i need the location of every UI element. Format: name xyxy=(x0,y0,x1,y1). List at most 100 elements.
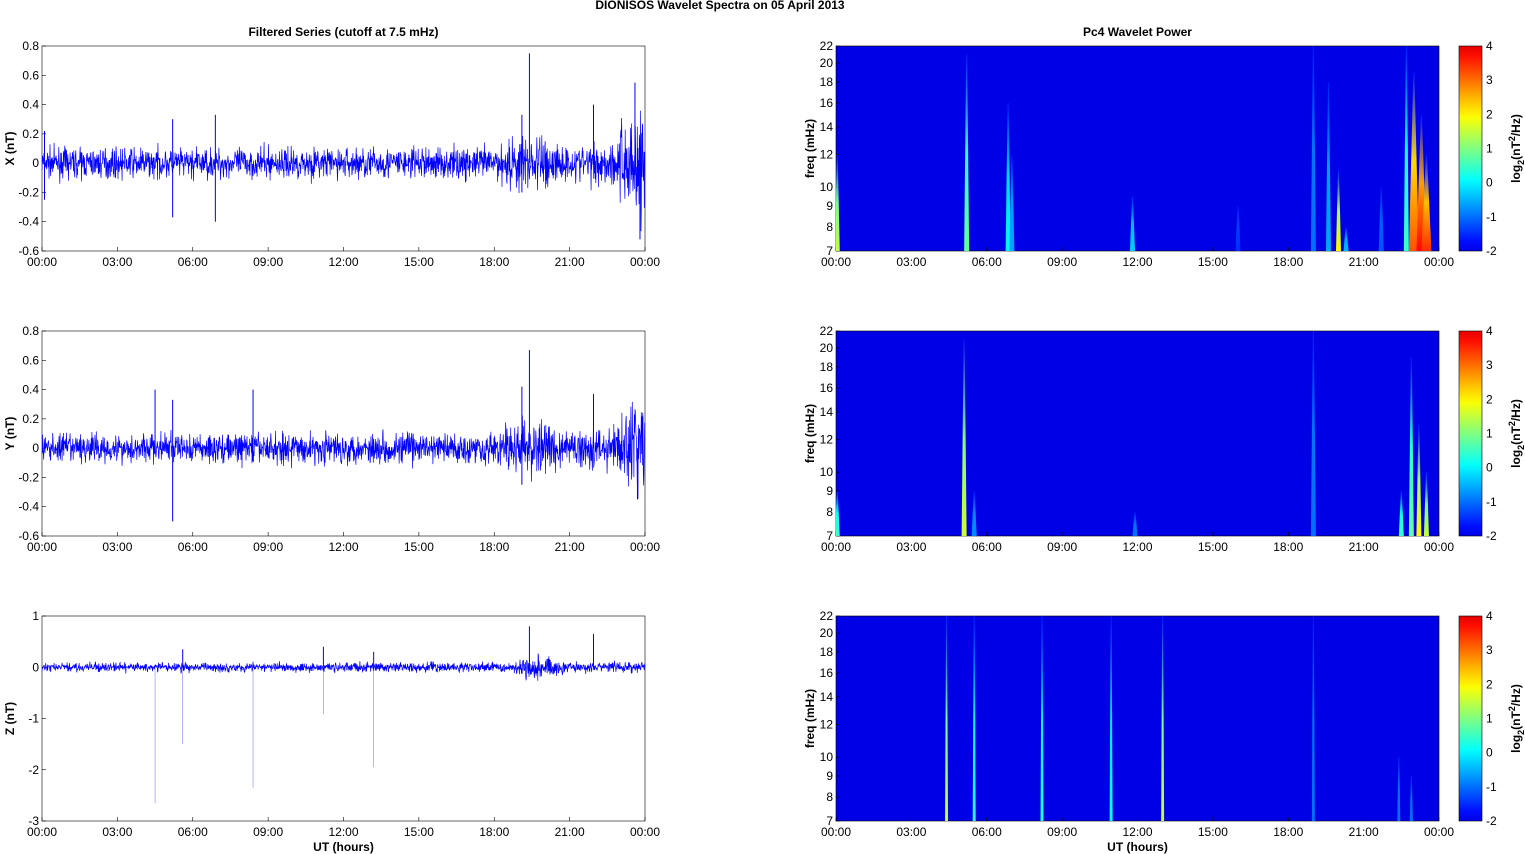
x-tick-label: 15:00 xyxy=(404,255,434,269)
y-tick-label: 1 xyxy=(32,609,39,623)
y-tick-label: 0.6 xyxy=(22,353,39,367)
x-axis-label: UT (hours) xyxy=(1107,840,1168,854)
x-tick-label: 21:00 xyxy=(1349,540,1379,554)
x-tick-label: 09:00 xyxy=(1047,255,1077,269)
y-tick-label: 20 xyxy=(820,626,834,640)
x-tick-label: 18:00 xyxy=(479,255,509,269)
colorbar-tick-label: 1 xyxy=(1486,712,1493,726)
figure: DIONISOS Wavelet Spectra on 05 April 201… xyxy=(3,0,1525,854)
x-tick-label: 06:00 xyxy=(178,540,208,554)
colorbar xyxy=(1458,45,1483,252)
x-tick-label: 09:00 xyxy=(253,255,283,269)
panel-1: 00:00 03:00 06:00 09:00 12:00 15:00 18:00 21:00… xyxy=(3,324,660,554)
x-tick-label: 03:00 xyxy=(896,540,926,554)
y-tick-label: -1 xyxy=(28,712,39,726)
colorbar-tick-label: 0 xyxy=(1486,461,1493,475)
x-tick-label: 18:00 xyxy=(1273,540,1303,554)
x-tick-label: 00:00 xyxy=(1424,825,1454,839)
y-tick-label: 10 xyxy=(820,750,834,764)
colorbar-tick-label: 1 xyxy=(1486,142,1493,156)
colorbar-tick-label: 3 xyxy=(1486,358,1493,372)
y-tick-label: -0.4 xyxy=(18,215,39,229)
y-tick-label: 0.4 xyxy=(22,98,39,112)
colorbar-tick-label: -2 xyxy=(1486,814,1497,828)
plot-area xyxy=(41,615,646,822)
x-tick-label: 00:00 xyxy=(630,825,660,839)
x-tick-label: 09:00 xyxy=(1047,540,1077,554)
x-tick-label: 12:00 xyxy=(328,825,358,839)
x-tick-label: 06:00 xyxy=(972,540,1002,554)
y-tick-label: 0 xyxy=(32,441,39,455)
colorbar-tick-label: -1 xyxy=(1486,210,1497,224)
x-tick-label: 21:00 xyxy=(1349,825,1379,839)
x-tick-label: 00:00 xyxy=(630,255,660,269)
y-tick-label: 0.2 xyxy=(22,412,39,426)
y-tick-label: 0.6 xyxy=(22,68,39,82)
plot-area xyxy=(835,615,1440,822)
plot-area xyxy=(835,45,1440,252)
y-tick-label: 12 xyxy=(820,718,834,732)
colorbar-label: log2(nT2/Hz) xyxy=(1507,114,1525,183)
y-tick-label: 9 xyxy=(826,769,833,783)
y-tick-label: 16 xyxy=(820,381,834,395)
x-tick-label: 09:00 xyxy=(253,540,283,554)
y-tick-label: 14 xyxy=(820,690,834,704)
x-tick-label: 15:00 xyxy=(404,540,434,554)
y-axis-label: Z (nT) xyxy=(3,702,17,735)
y-tick-label: 7 xyxy=(826,529,833,543)
x-tick-label: 18:00 xyxy=(1273,825,1303,839)
x-tick-label: 00:00 xyxy=(1424,255,1454,269)
x-tick-label: 21:00 xyxy=(555,540,585,554)
y-tick-label: 0.4 xyxy=(22,383,39,397)
x-tick-label: 03:00 xyxy=(102,825,132,839)
y-tick-label: -2 xyxy=(28,763,39,777)
y-tick-label: -0.6 xyxy=(18,244,39,258)
colorbar-tick-label: -1 xyxy=(1486,495,1497,509)
y-tick-label: 18 xyxy=(820,360,834,374)
x-tick-label: 12:00 xyxy=(1122,825,1152,839)
x-tick-label: 03:00 xyxy=(102,540,132,554)
colorbar xyxy=(1458,615,1483,822)
colorbar-tick-label: -1 xyxy=(1486,780,1497,794)
panel-4: 00:00 03:00 06:00 09:00 12:00 15:00 18:00 21:00… xyxy=(803,324,1525,554)
x-tick-label: 15:00 xyxy=(1198,255,1228,269)
panel-title: Filtered Series (cutoff at 7.5 mHz) xyxy=(248,25,438,39)
panel-0: 00:00 03:00 06:00 09:00 12:00 15:00 18:00 21:00… xyxy=(3,25,660,269)
y-axis-label: freq (mHz) xyxy=(803,404,817,463)
panel-2: 00:00 03:00 06:00 09:00 12:00 15:00 18:00 21:00… xyxy=(3,609,660,854)
panel-5: 00:00 03:00 06:00 09:00 12:00 15:00 18:00 21:00… xyxy=(803,609,1525,854)
colorbar-tick-label: -2 xyxy=(1486,529,1497,543)
y-tick-label: -3 xyxy=(28,814,39,828)
y-axis-label: X (nT) xyxy=(3,132,17,166)
y-tick-label: 8 xyxy=(826,220,833,234)
y-tick-label: 18 xyxy=(820,75,834,89)
y-tick-label: 9 xyxy=(826,484,833,498)
y-tick-label: 10 xyxy=(820,180,834,194)
x-tick-label: 21:00 xyxy=(1349,255,1379,269)
colorbar-tick-label: 3 xyxy=(1486,73,1493,87)
x-tick-label: 06:00 xyxy=(178,255,208,269)
y-axis-label: freq (mHz) xyxy=(803,119,817,178)
y-tick-label: 0.8 xyxy=(22,39,39,53)
y-axis-label: Y (nT) xyxy=(3,417,17,451)
x-tick-label: 03:00 xyxy=(102,255,132,269)
colorbar-tick-label: 4 xyxy=(1486,324,1493,338)
x-tick-label: 12:00 xyxy=(328,255,358,269)
y-tick-label: 10 xyxy=(820,465,834,479)
y-tick-label: 14 xyxy=(820,120,834,134)
x-tick-label: 09:00 xyxy=(1047,825,1077,839)
y-tick-label: 0.2 xyxy=(22,127,39,141)
y-tick-label: -0.4 xyxy=(18,500,39,514)
plot-area xyxy=(835,330,1440,537)
y-tick-label: -0.6 xyxy=(18,529,39,543)
colorbar-tick-label: 1 xyxy=(1486,427,1493,441)
y-tick-label: 14 xyxy=(820,405,834,419)
panel-title: Pc4 Wavelet Power xyxy=(1083,25,1192,39)
x-tick-label: 15:00 xyxy=(1198,825,1228,839)
x-tick-label: 12:00 xyxy=(1122,255,1152,269)
colorbar-tick-label: 3 xyxy=(1486,643,1493,657)
x-tick-label: 12:00 xyxy=(328,540,358,554)
x-tick-label: 06:00 xyxy=(972,825,1002,839)
x-tick-label: 03:00 xyxy=(896,255,926,269)
figure-title: DIONISOS Wavelet Spectra on 05 April 201… xyxy=(595,0,845,12)
